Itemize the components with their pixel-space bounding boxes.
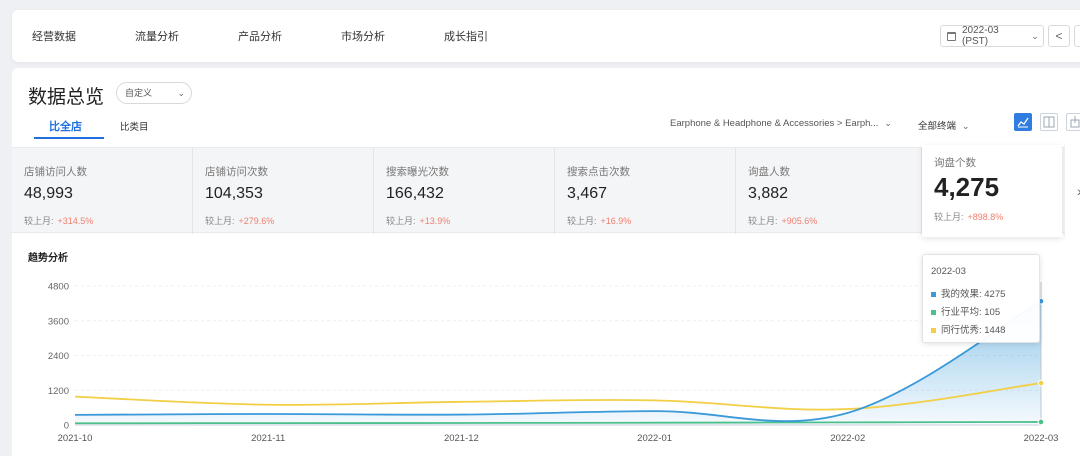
x-tick-label: 2022-02 xyxy=(830,433,865,444)
page: 经营数据 流量分析 产品分析 市场分析 成长指引 2022-03 (PST) ⌄… xyxy=(0,0,1080,456)
legend-dot xyxy=(931,309,936,315)
y-tick-label: 3600 xyxy=(48,316,69,327)
y-tick-label: 4800 xyxy=(48,282,69,293)
x-tick-label: 2022-01 xyxy=(637,433,672,444)
x-tick-label: 2021-12 xyxy=(444,433,479,444)
x-tick-label: 2021-10 xyxy=(58,433,93,444)
tooltip-row-label: 我的效果: 4275 xyxy=(941,289,1006,300)
chart-tooltip: 2022-03 我的效果: 4275 行业平均: 105 同行优秀: 1448 xyxy=(922,254,1040,343)
tooltip-row-top: 同行优秀: 1448 xyxy=(931,322,1005,336)
series-point-2 xyxy=(1037,379,1045,387)
legend-dot xyxy=(931,327,936,333)
tooltip-row-label: 同行优秀: 1448 xyxy=(941,325,1006,336)
tooltip-title: 2022-03 xyxy=(931,266,966,277)
series-point-1 xyxy=(1037,418,1045,426)
y-tick-label: 0 xyxy=(64,421,69,432)
tooltip-row-label: 行业平均: 105 xyxy=(941,307,1001,318)
tooltip-row-mine: 我的效果: 4275 xyxy=(931,286,1005,300)
y-tick-label: 2400 xyxy=(48,351,69,362)
x-tick-label: 2021-11 xyxy=(251,433,285,444)
tooltip-row-avg: 行业平均: 105 xyxy=(931,304,1000,318)
y-tick-label: 1200 xyxy=(48,386,69,397)
x-tick-label: 2022-03 xyxy=(1024,433,1059,444)
series-area-mine xyxy=(75,301,1041,425)
trend-chart[interactable]: 0 1200 2400 3600 4800 2021-10 2021-11 2021-12 20… xyxy=(0,0,1080,456)
legend-dot xyxy=(931,291,936,297)
